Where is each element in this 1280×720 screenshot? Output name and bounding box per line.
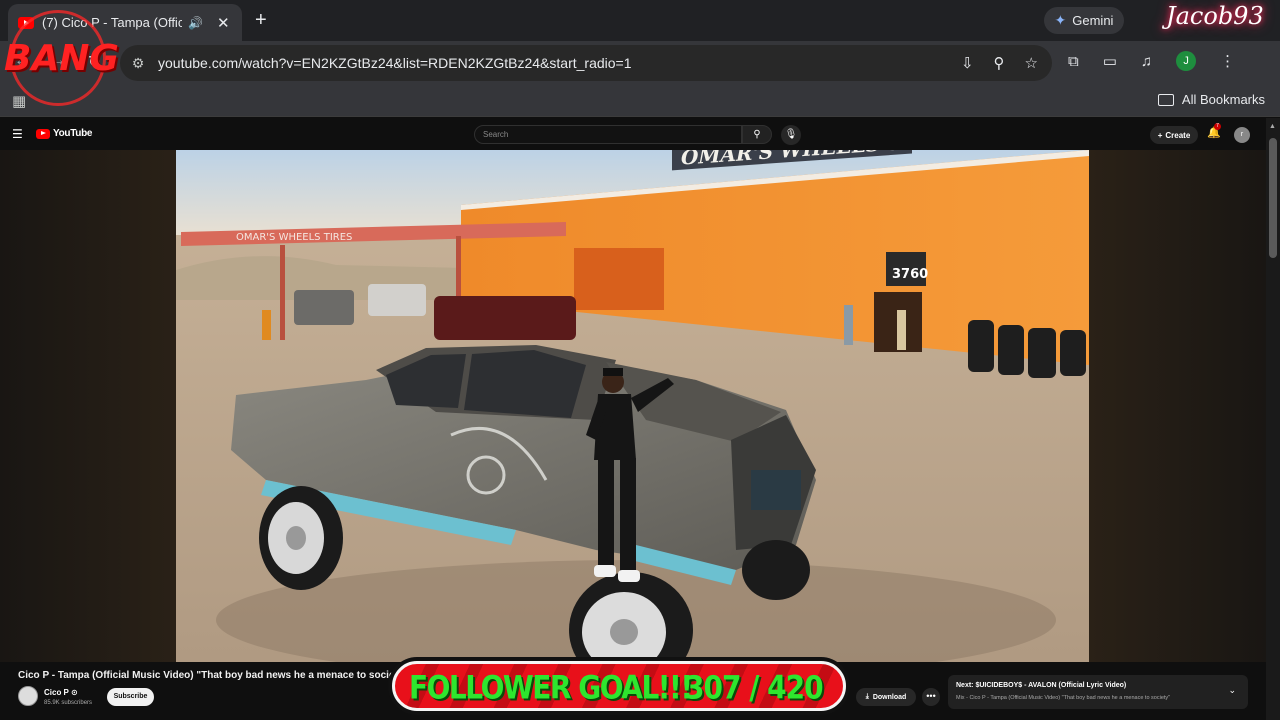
youtube-play-icon: [36, 128, 50, 139]
youtube-logo-text: YouTube: [53, 128, 93, 139]
building-door-shadow: [574, 248, 664, 310]
channel-name[interactable]: Cico P ⊙: [44, 688, 78, 697]
page-scrollbar[interactable]: ▲: [1266, 118, 1280, 720]
follower-goal-overlay: FOLLOWER GOAL!!! 307 / 420: [388, 657, 850, 715]
gemini-sparkle-icon: ✦: [1054, 12, 1067, 28]
bg-truck-red: [434, 296, 576, 340]
tab-close-icon[interactable]: ✕: [217, 14, 230, 32]
create-button[interactable]: + Create: [1150, 126, 1198, 144]
download-button[interactable]: ⤓ Download: [856, 688, 916, 706]
follower-goal-count: 307 / 420: [685, 668, 824, 707]
gemini-label: Gemini: [1072, 13, 1114, 28]
notifications-bell-icon[interactable]: 🔔 7: [1207, 123, 1221, 139]
bookmark-star-icon[interactable]: ☆: [1025, 54, 1038, 72]
follower-goal-bar: FOLLOWER GOAL!!! 307 / 420: [392, 661, 846, 711]
bang-overlay: BANG: [0, 4, 119, 108]
video-title: Cico P - Tampa (Official Music Video) "T…: [18, 670, 409, 681]
scroll-up-arrow-icon[interactable]: ▲: [1269, 123, 1276, 130]
folder-icon: [1157, 93, 1174, 106]
bang-text: BANG: [4, 38, 119, 79]
bg-person-1: [262, 310, 271, 340]
plus-icon: +: [1157, 130, 1163, 140]
hamburger-menu-icon[interactable]: ☰: [12, 127, 23, 141]
subscriber-count: 85.9K subscribers: [44, 700, 93, 706]
address-bar[interactable]: ⚙ youtube.com/watch?v=EN2KZGtBz24&list=R…: [120, 45, 1052, 81]
up-next-panel[interactable]: Next: $UICIDEBOY$ - AVALON (Official Lyr…: [948, 675, 1248, 709]
canopy-post: [280, 245, 285, 340]
youtube-avatar[interactable]: r: [1234, 127, 1250, 143]
search-icon[interactable]: ⚲: [742, 125, 772, 144]
address-text: 3760: [892, 267, 928, 282]
scrollbar-thumb[interactable]: [1269, 138, 1277, 258]
chevron-down-icon[interactable]: ⌄: [1228, 685, 1236, 696]
url-text[interactable]: youtube.com/watch?v=EN2KZGtBz24&list=RDE…: [158, 55, 632, 71]
browser-toolbar: ← → ↻ ⚙ youtube.com/watch?v=EN2KZGtBz24&…: [0, 41, 1280, 84]
zoom-icon[interactable]: ⚲: [994, 54, 1005, 72]
tab-search-icon[interactable]: ▭: [1103, 52, 1117, 70]
create-label: Create: [1165, 130, 1191, 140]
gemini-button[interactable]: ✦ Gemini: [1044, 7, 1124, 34]
video-frame: OMAR'S WHEELS & TIRES 3760 OMAR'S WHEELS…: [176, 150, 1089, 662]
channel-avatar[interactable]: [18, 686, 38, 706]
up-next-title: Next: $UICIDEBOY$ - AVALON (Official Lyr…: [956, 682, 1127, 689]
video-player[interactable]: OMAR'S WHEELS & TIRES 3760 OMAR'S WHEELS…: [176, 150, 1089, 662]
canopy-sign-text: OMAR'S WHEELS TIRES: [236, 232, 352, 243]
bg-truck-white: [368, 284, 426, 316]
all-bookmarks-button[interactable]: All Bookmarks: [1157, 92, 1265, 107]
profile-avatar[interactable]: J: [1176, 51, 1197, 71]
download-label: Download: [872, 693, 907, 701]
bookmarks-bar: ▦ All Bookmarks: [0, 84, 1280, 117]
bg-person-2: [844, 305, 853, 345]
bg-truck-gray: [294, 290, 354, 325]
tab-strip: (7) Cico P - Tampa (Official Music Video…: [0, 0, 1280, 41]
new-tab-button[interactable]: +: [255, 9, 267, 32]
follower-goal-label: FOLLOWER GOAL!!!: [409, 668, 693, 707]
media-controls-icon[interactable]: ♫: [1141, 53, 1152, 70]
kebab-menu-icon[interactable]: ⋮: [1220, 52, 1235, 70]
all-bookmarks-label: All Bookmarks: [1181, 92, 1265, 107]
youtube-logo[interactable]: YouTube: [36, 128, 93, 139]
search-input[interactable]: Search: [474, 125, 742, 144]
microphone-icon[interactable]: 🎙: [781, 125, 801, 145]
download-icon: ⤓: [865, 693, 869, 700]
install-app-icon[interactable]: ⇩: [961, 54, 974, 72]
notification-badge: 7: [1214, 123, 1221, 130]
site-info-icon[interactable]: ⚙: [120, 55, 156, 72]
more-actions-button[interactable]: •••: [922, 688, 940, 706]
subscribe-button[interactable]: Subscribe: [107, 688, 154, 706]
speaker-icon[interactable]: 🔊: [188, 16, 203, 30]
bg-person-3: [897, 310, 906, 350]
youtube-masthead: ☰ YouTube Search ⚲ 🎙 + Create 🔔 7 r: [0, 118, 1266, 150]
streamer-signature-overlay: Jacob93: [1166, 2, 1264, 30]
up-next-subtitle: Mix - Cico P - Tampa (Official Music Vid…: [956, 695, 1171, 701]
extensions-icon[interactable]: ⧉: [1068, 53, 1079, 70]
